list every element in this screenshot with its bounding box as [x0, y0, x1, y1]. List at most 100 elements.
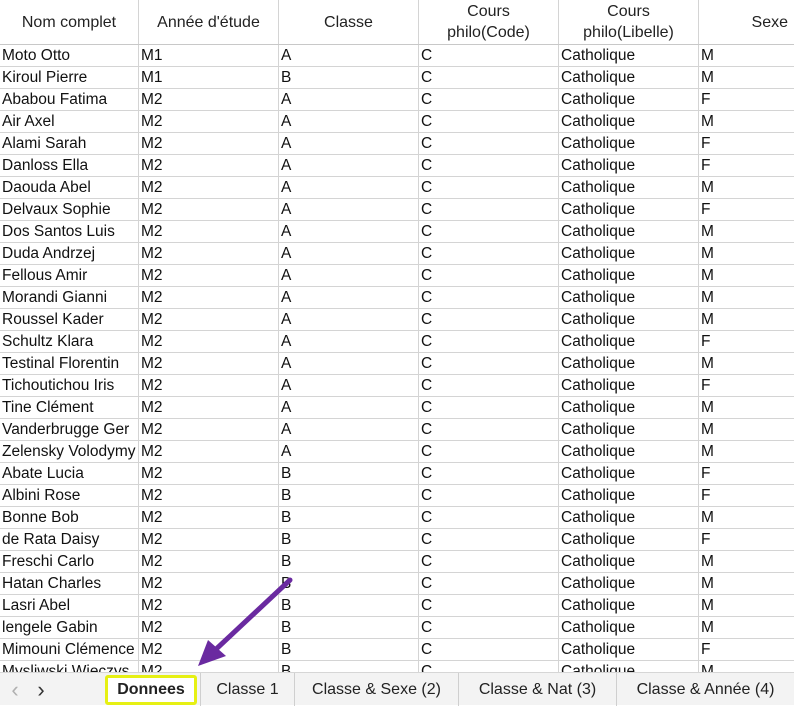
cell-cours-philo-code[interactable]: C	[419, 265, 559, 287]
cell-sexe[interactable]: F	[699, 331, 794, 353]
cell-nom-complet[interactable]: de Rata Daisy	[0, 529, 139, 551]
cell-cours-philo-code[interactable]: C	[419, 419, 559, 441]
cell-sexe[interactable]: M	[699, 287, 794, 309]
cell-sexe[interactable]: M	[699, 309, 794, 331]
cell-cours-philo-code[interactable]: C	[419, 639, 559, 661]
cell-classe[interactable]: A	[279, 309, 419, 331]
column-header-cours-philo-libelle[interactable]: Cours philo(Libelle)	[559, 0, 699, 44]
tab-classe-1[interactable]: Classe 1	[200, 673, 294, 706]
cell-cours-philo-code[interactable]: C	[419, 661, 559, 672]
cell-cours-philo-code[interactable]: C	[419, 573, 559, 595]
cell-cours-philo-libelle[interactable]: Catholique	[559, 221, 699, 243]
next-sheet-icon[interactable]: ›	[26, 673, 56, 706]
cell-cours-philo-libelle[interactable]: Catholique	[559, 507, 699, 529]
table-row[interactable]: Daouda Abel M2 A C Catholique M	[0, 177, 794, 199]
cell-cours-philo-libelle[interactable]: Catholique	[559, 45, 699, 67]
cell-sexe[interactable]: M	[699, 419, 794, 441]
table-row[interactable]: Zelensky Volodymy M2 A C Catholique M	[0, 441, 794, 463]
cell-nom-complet[interactable]: Alami Sarah	[0, 133, 139, 155]
table-row[interactable]: Lasri Abel M2 B C Catholique M	[0, 595, 794, 617]
cell-classe[interactable]: A	[279, 441, 419, 463]
cell-cours-philo-code[interactable]: C	[419, 155, 559, 177]
cell-classe[interactable]: B	[279, 463, 419, 485]
table-row[interactable]: Testinal Florentin M2 A C Catholique M	[0, 353, 794, 375]
cell-cours-philo-libelle[interactable]: Catholique	[559, 67, 699, 89]
column-header-cours-philo-code[interactable]: Cours philo(Code)	[419, 0, 559, 44]
cell-cours-philo-libelle[interactable]: Catholique	[559, 243, 699, 265]
cell-nom-complet[interactable]: Morandi Gianni	[0, 287, 139, 309]
cell-classe[interactable]: B	[279, 485, 419, 507]
cell-nom-complet[interactable]: Abate Lucia	[0, 463, 139, 485]
cell-sexe[interactable]: M	[699, 353, 794, 375]
table-row[interactable]: Alami Sarah M2 A C Catholique F	[0, 133, 794, 155]
cell-annee-etude[interactable]: M2	[139, 309, 279, 331]
cell-cours-philo-code[interactable]: C	[419, 507, 559, 529]
cell-cours-philo-libelle[interactable]: Catholique	[559, 397, 699, 419]
table-row[interactable]: Dos Santos Luis M2 A C Catholique M	[0, 221, 794, 243]
table-row[interactable]: Bonne Bob M2 B C Catholique M	[0, 507, 794, 529]
cell-cours-philo-libelle[interactable]: Catholique	[559, 353, 699, 375]
cell-nom-complet[interactable]: Albini Rose	[0, 485, 139, 507]
cell-nom-complet[interactable]: Freschi Carlo	[0, 551, 139, 573]
cell-nom-complet[interactable]: Air Axel	[0, 111, 139, 133]
cell-sexe[interactable]: M	[699, 397, 794, 419]
cell-annee-etude[interactable]: M2	[139, 111, 279, 133]
cell-classe[interactable]: B	[279, 551, 419, 573]
cell-cours-philo-code[interactable]: C	[419, 353, 559, 375]
cell-sexe[interactable]: M	[699, 67, 794, 89]
cell-annee-etude[interactable]: M2	[139, 397, 279, 419]
table-row[interactable]: Delvaux Sophie M2 A C Catholique F	[0, 199, 794, 221]
cell-nom-complet[interactable]: Mimouni Clémence	[0, 639, 139, 661]
cell-nom-complet[interactable]: Hatan Charles	[0, 573, 139, 595]
cell-annee-etude[interactable]: M2	[139, 89, 279, 111]
cell-sexe[interactable]: F	[699, 529, 794, 551]
cell-sexe[interactable]: F	[699, 463, 794, 485]
cell-cours-philo-libelle[interactable]: Catholique	[559, 595, 699, 617]
cell-cours-philo-code[interactable]: C	[419, 177, 559, 199]
cell-nom-complet[interactable]: Duda Andrzej	[0, 243, 139, 265]
cell-sexe[interactable]: F	[699, 133, 794, 155]
cell-cours-philo-code[interactable]: C	[419, 397, 559, 419]
column-header-sexe[interactable]: Sexe	[699, 0, 794, 44]
cell-annee-etude[interactable]: M2	[139, 441, 279, 463]
cell-classe[interactable]: A	[279, 221, 419, 243]
cell-cours-philo-code[interactable]: C	[419, 243, 559, 265]
table-row[interactable]: Danloss Ella M2 A C Catholique F	[0, 155, 794, 177]
cell-nom-complet[interactable]: Moto Otto	[0, 45, 139, 67]
cell-cours-philo-libelle[interactable]: Catholique	[559, 419, 699, 441]
cell-sexe[interactable]: F	[699, 199, 794, 221]
cell-cours-philo-libelle[interactable]: Catholique	[559, 639, 699, 661]
cell-nom-complet[interactable]: Daouda Abel	[0, 177, 139, 199]
cell-classe[interactable]: A	[279, 265, 419, 287]
cell-cours-philo-libelle[interactable]: Catholique	[559, 485, 699, 507]
table-row[interactable]: Duda Andrzej M2 A C Catholique M	[0, 243, 794, 265]
cell-annee-etude[interactable]: M2	[139, 221, 279, 243]
cell-sexe[interactable]: M	[699, 265, 794, 287]
cell-cours-philo-code[interactable]: C	[419, 331, 559, 353]
cell-cours-philo-code[interactable]: C	[419, 617, 559, 639]
cell-cours-philo-libelle[interactable]: Catholique	[559, 177, 699, 199]
cell-sexe[interactable]: M	[699, 243, 794, 265]
cell-nom-complet[interactable]: Tichoutichou Iris	[0, 375, 139, 397]
table-row[interactable]: Mysliwski Wieczys M2 B C Catholique M	[0, 661, 794, 672]
table-row[interactable]: de Rata Daisy M2 B C Catholique F	[0, 529, 794, 551]
cell-cours-philo-libelle[interactable]: Catholique	[559, 309, 699, 331]
cell-annee-etude[interactable]: M2	[139, 661, 279, 672]
cell-cours-philo-code[interactable]: C	[419, 485, 559, 507]
cell-classe[interactable]: B	[279, 595, 419, 617]
cell-nom-complet[interactable]: Danloss Ella	[0, 155, 139, 177]
table-row[interactable]: lengele Gabin M2 B C Catholique M	[0, 617, 794, 639]
cell-sexe[interactable]: M	[699, 551, 794, 573]
cell-cours-philo-libelle[interactable]: Catholique	[559, 89, 699, 111]
cell-nom-complet[interactable]: Delvaux Sophie	[0, 199, 139, 221]
cell-cours-philo-code[interactable]: C	[419, 89, 559, 111]
cell-annee-etude[interactable]: M2	[139, 331, 279, 353]
cell-cours-philo-libelle[interactable]: Catholique	[559, 441, 699, 463]
cell-cours-philo-code[interactable]: C	[419, 133, 559, 155]
cell-annee-etude[interactable]: M2	[139, 463, 279, 485]
cell-cours-philo-libelle[interactable]: Catholique	[559, 287, 699, 309]
cell-nom-complet[interactable]: Bonne Bob	[0, 507, 139, 529]
cell-annee-etude[interactable]: M2	[139, 617, 279, 639]
cell-classe[interactable]: A	[279, 133, 419, 155]
cell-annee-etude[interactable]: M2	[139, 155, 279, 177]
